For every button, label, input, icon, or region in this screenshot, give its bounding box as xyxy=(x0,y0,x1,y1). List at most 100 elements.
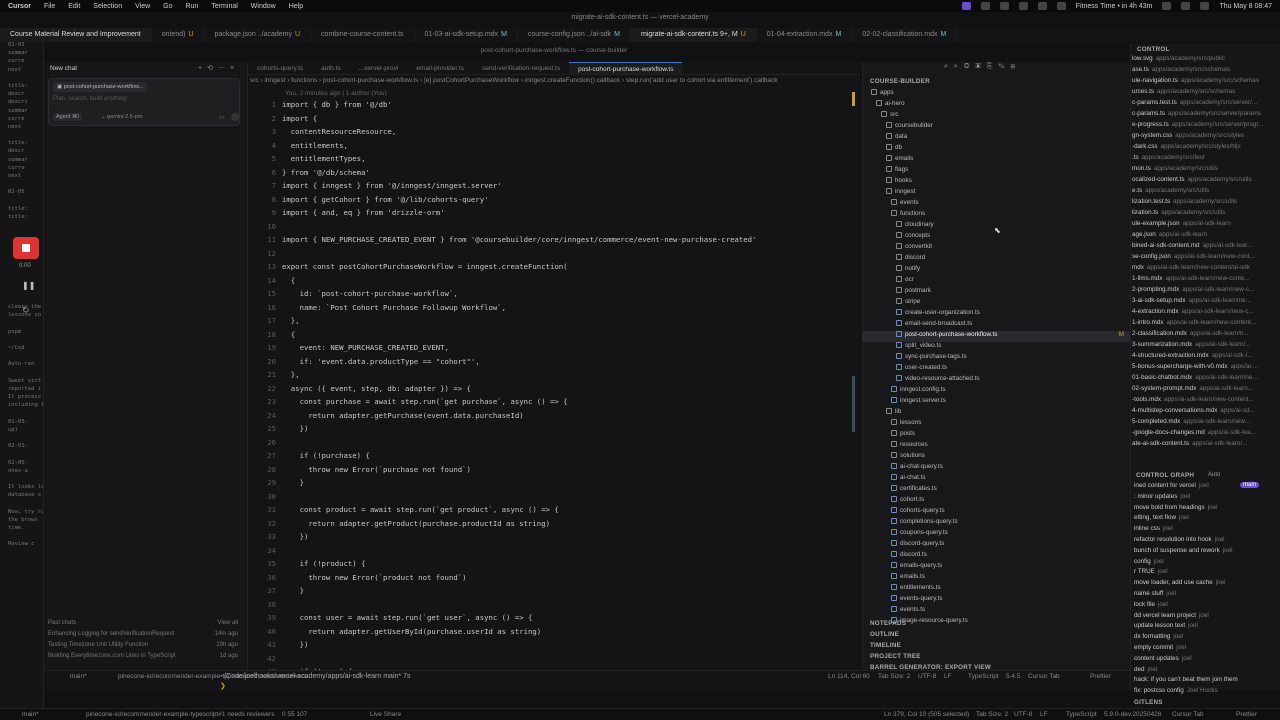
code-line[interactable]: 7 import { inngest } from '@/inngest/inng… xyxy=(248,179,860,193)
line-ending[interactable]: LF xyxy=(944,673,952,680)
code-line[interactable]: 22 async ({ event, step, db: adapter }) … xyxy=(248,382,860,396)
status-icon[interactable] xyxy=(1056,2,1066,10)
code-line[interactable]: 1 import { db } from '@/db' xyxy=(248,98,860,112)
changed-file[interactable]: 2-classification.mdx apps/ai-sdk-learn/n.… xyxy=(1132,330,1278,341)
past-chat-item[interactable]: Testing Timezone Unit Utility Function 19… xyxy=(48,642,240,653)
changed-file[interactable]: ule-example.json apps/ai-sdk-learn xyxy=(1132,220,1278,231)
line-ending[interactable]: LF xyxy=(1040,711,1048,718)
tree-file[interactable]: coupons-query.ts xyxy=(891,529,1130,540)
tree-folder[interactable]: discord xyxy=(896,254,1130,265)
changed-file[interactable]: gn-system.css apps/academy/src/styles xyxy=(1132,132,1278,143)
tab-extraction[interactable]: 01-04-extraction.mdx M xyxy=(757,28,853,42)
changed-file[interactable]: 01-basic-chatbot.mdx apps/ai-sdk-learn/ne… xyxy=(1132,374,1278,385)
code-line[interactable]: 33 }) xyxy=(248,530,860,544)
tab-course-config[interactable]: course-config.json ../ai-sdk M xyxy=(518,28,632,42)
code-line[interactable]: 16 name: `Post Cohort Purchase Followup … xyxy=(248,301,860,315)
changed-file[interactable]: age.json apps/ai-sdk-learn xyxy=(1132,231,1278,242)
ts-version[interactable]: 5.9.0-dev.20250428 xyxy=(1104,711,1161,718)
tab-auth[interactable]: auth.ts xyxy=(312,62,350,74)
menu-go[interactable]: Go xyxy=(163,3,172,10)
tree-file[interactable]: create-user-organization.ts xyxy=(896,309,1130,320)
tree-file[interactable]: cohorts-query.ts xyxy=(891,507,1130,518)
code-line[interactable]: 30 xyxy=(248,490,860,504)
tree-folder[interactable]: emails xyxy=(886,155,1130,166)
clock[interactable]: Thu May 8 08:47 xyxy=(1219,3,1272,10)
tab-classification[interactable]: 02-02-classification.mdx M xyxy=(852,28,958,42)
code-line[interactable]: 6} from '@/db/schema' xyxy=(248,166,860,180)
tree-folder[interactable]: db xyxy=(886,144,1130,155)
attached-file-chip[interactable]: ▣ post-cohort-purchase-workflow... xyxy=(53,82,148,92)
tab-frontend[interactable]: ontend) U xyxy=(152,28,205,42)
code-line[interactable]: 42 xyxy=(248,652,860,666)
status-icon[interactable] xyxy=(999,2,1009,10)
changed-file[interactable]: bined-ai-sdk-content.md apps/ai-sdk-lear.… xyxy=(1132,242,1278,253)
encoding[interactable]: UTF-8 xyxy=(1014,711,1032,718)
code-line[interactable]: 17 }, xyxy=(248,314,860,328)
section-timeline[interactable]: TIMELINE xyxy=(870,642,901,649)
code-line[interactable]: 10 xyxy=(248,220,860,234)
changed-file[interactable]: 5-completed.mdx apps/ai-sdk-learn/new... xyxy=(1132,418,1278,429)
status-icon[interactable] xyxy=(1037,2,1047,10)
commit-row[interactable]: config joel xyxy=(1134,558,1240,569)
graph-auto-toggle[interactable]: Auto xyxy=(1208,472,1220,478)
tab-email-provider[interactable]: email-provider.ts xyxy=(407,62,473,74)
commit-row[interactable]: r TRUE joel xyxy=(1134,568,1240,579)
chat-actions[interactable]: +⟲⋯× xyxy=(198,64,239,72)
tree-file[interactable]: discord.ts xyxy=(891,551,1130,562)
tree-file[interactable]: emails-query.ts xyxy=(891,562,1130,573)
changed-file[interactable]: mon.ts apps/academy/src/utils xyxy=(1132,165,1278,176)
changed-file[interactable]: -dark.css apps/academy/src/styles/hljs xyxy=(1132,143,1278,154)
breadcrumb[interactable]: src › inngest › functions › post-cohort-… xyxy=(248,77,860,87)
reset-icon[interactable]: ↻ xyxy=(22,305,30,316)
changed-file[interactable]: .ts apps/academy/src/test xyxy=(1132,154,1278,165)
commit-row[interactable]: : minor updates joel xyxy=(1134,493,1240,504)
tab-send-verification[interactable]: send-verification-request.ts xyxy=(473,62,569,74)
status-icon[interactable] xyxy=(1018,2,1028,10)
past-chat-item[interactable]: Enhancing Logging for sendVerificationRe… xyxy=(48,631,240,642)
changed-file[interactable]: lization.test.ts apps/academy/src/utils xyxy=(1132,198,1278,209)
tree-file[interactable]: discord-query.ts xyxy=(891,540,1130,551)
gitlens-section[interactable]: GITLENS xyxy=(1134,699,1163,706)
changed-file[interactable]: 3-ai-sdk-setup.mdx apps/ai-sdk-learn/ne..… xyxy=(1132,297,1278,308)
code-line[interactable]: 8 import { getCohort } from '@/lib/cohort… xyxy=(248,193,860,207)
status-icon[interactable] xyxy=(961,2,971,10)
changed-file[interactable]: ule-navigation.ts apps/academy/src/schema… xyxy=(1132,77,1278,88)
code-line[interactable]: 13 export const postCohortPurchaseWorkflo… xyxy=(248,260,860,274)
mode-select[interactable]: Agent ⌘I xyxy=(53,113,82,121)
branch-indicator[interactable]: main* xyxy=(22,711,39,718)
menu-terminal[interactable]: Terminal xyxy=(211,3,237,10)
code-line[interactable]: 29 } xyxy=(248,476,860,490)
tree-file[interactable]: sync-purchase-tags.ts xyxy=(896,353,1130,364)
send-button[interactable] xyxy=(231,113,239,121)
tab-cohorts-query[interactable]: cohorts-query.ts xyxy=(248,62,312,74)
tree-folder[interactable]: lessons xyxy=(891,419,1130,430)
branch-indicator[interactable]: main* xyxy=(70,673,87,680)
chat-input[interactable]: Plan, search, build anything xyxy=(53,96,127,102)
code-line[interactable]: 20 if: 'event.data.productType == "cohor… xyxy=(248,355,860,369)
code-line[interactable]: 19 event: NEW_PURCHASE_CREATED_EVENT, xyxy=(248,341,860,355)
cursor-tab[interactable]: Cursor Tab xyxy=(1172,711,1204,718)
changed-file[interactable]: ase.ts apps/academy/src/schemas xyxy=(1132,66,1278,77)
code-line[interactable]: 34 xyxy=(248,544,860,558)
source-control-graph-header[interactable]: CONTROL GRAPH xyxy=(1136,472,1194,479)
menu-view[interactable]: View xyxy=(135,3,150,10)
code-line[interactable]: 18 { xyxy=(248,328,860,342)
code-line[interactable]: 9 import { and, eq } from 'drizzle-orm' xyxy=(248,206,860,220)
menu-run[interactable]: Run xyxy=(185,3,198,10)
tab-package-json[interactable]: package.json ../academy U xyxy=(205,28,312,42)
code-line[interactable]: 40 return adapter.getUserById(purchase.u… xyxy=(248,625,860,639)
tree-folder[interactable]: hooks xyxy=(886,177,1130,188)
encoding[interactable]: UTF-8 xyxy=(918,673,936,680)
wifi-icon[interactable] xyxy=(1181,2,1191,10)
tab-combine-course[interactable]: combine-course-content.ts xyxy=(311,28,415,42)
tab-server-provider[interactable]: ...server-provi xyxy=(350,62,408,74)
changed-file[interactable]: 3-summarization.mdx apps/ai-sdk-learn/... xyxy=(1132,341,1278,352)
tree-folder[interactable]: convertkit xyxy=(896,243,1130,254)
tab-post-cohort-workflow[interactable]: post-cohort-purchase-workflow.ts xyxy=(569,62,683,74)
prettier[interactable]: Prettier xyxy=(1090,673,1111,680)
changed-file[interactable]: 02-system-prompt.mdx apps/ai-sdk-learn... xyxy=(1132,385,1278,396)
language-mode[interactable]: TypeScript xyxy=(968,673,999,680)
code-line[interactable]: 12 xyxy=(248,247,860,261)
changed-file[interactable]: se-config.json apps/ai-sdk-learn/new-cont… xyxy=(1132,253,1278,264)
tree-file[interactable]: image-resource-query.ts xyxy=(891,617,1130,628)
